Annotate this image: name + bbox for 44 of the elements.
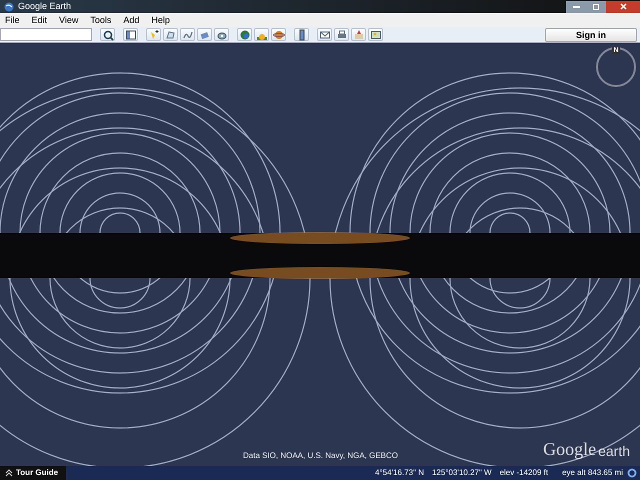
planet-icon bbox=[272, 28, 284, 40]
ruler-button[interactable] bbox=[294, 28, 309, 41]
loading-ring-icon bbox=[627, 468, 637, 478]
envelope-icon bbox=[318, 28, 330, 40]
menu-item[interactable]: Help bbox=[151, 16, 170, 24]
attribution-text: Data SIO, NOAA, U.S. Navy, NGA, GEBCO bbox=[243, 450, 398, 462]
maximize-icon bbox=[593, 4, 599, 10]
menu-item[interactable]: Tools bbox=[90, 16, 112, 24]
planet-button[interactable] bbox=[271, 28, 286, 41]
minimize-icon bbox=[572, 6, 580, 8]
latitude-text: 4°54'16.73" N bbox=[375, 467, 424, 479]
close-button[interactable] bbox=[606, 0, 640, 12]
polygon-button[interactable] bbox=[163, 28, 178, 41]
longitude-text: 125°03'10.27" W bbox=[432, 467, 492, 479]
window-title: Google Earth bbox=[18, 2, 72, 11]
eye-altitude-text: eye alt 843.65 mi bbox=[562, 467, 623, 479]
minimize-button[interactable] bbox=[566, 0, 586, 12]
sidebar-button[interactable] bbox=[123, 28, 138, 41]
google-earth-logo: Google earth bbox=[543, 440, 630, 458]
printer-button[interactable] bbox=[334, 28, 349, 41]
printer-icon bbox=[336, 28, 348, 40]
search-icon bbox=[102, 28, 114, 40]
menu-item[interactable]: Edit bbox=[32, 16, 48, 24]
pin-button[interactable] bbox=[146, 28, 161, 41]
path-button[interactable] bbox=[180, 28, 195, 41]
close-icon bbox=[620, 3, 626, 10]
camera-button[interactable] bbox=[214, 28, 229, 41]
sidebar-icon bbox=[124, 28, 136, 40]
sign-in-button[interactable]: Sign in bbox=[545, 28, 637, 42]
chevron-icon bbox=[5, 469, 13, 477]
maximize-button[interactable] bbox=[586, 0, 606, 12]
globe-icon bbox=[4, 2, 14, 12]
menu-item[interactable]: File bbox=[5, 16, 20, 24]
menu-item[interactable]: Add bbox=[123, 16, 140, 24]
tour-guide-tab[interactable]: Tour Guide bbox=[0, 466, 66, 480]
picture-button[interactable] bbox=[368, 28, 383, 41]
envelope-button[interactable] bbox=[317, 28, 332, 41]
sun-button[interactable] bbox=[254, 28, 269, 41]
elevation-text: elev -14209 ft bbox=[500, 467, 548, 479]
search-button[interactable] bbox=[100, 28, 115, 41]
overlay-button[interactable] bbox=[197, 28, 212, 41]
search-field[interactable] bbox=[0, 28, 92, 41]
menu-item[interactable]: View bbox=[59, 16, 78, 24]
picture-icon bbox=[370, 28, 382, 40]
